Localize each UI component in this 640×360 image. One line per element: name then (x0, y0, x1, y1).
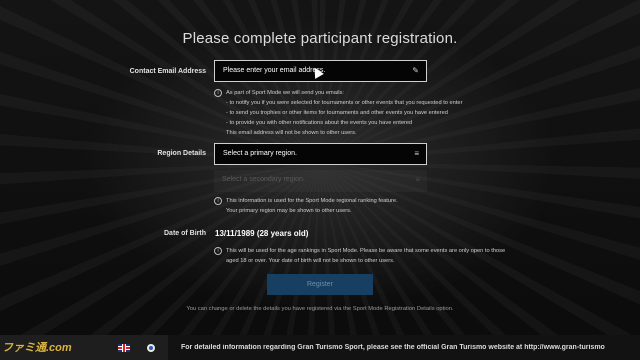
news-ticker: For detailed information regarding Gran … (181, 344, 605, 351)
primary-region-value: Select a primary region. (223, 150, 297, 157)
bmw-emblem-icon (147, 344, 155, 352)
uk-flag-icon (118, 344, 130, 352)
bottom-bar-left: ファミ通.com (0, 335, 168, 360)
register-button[interactable]: Register (267, 274, 373, 295)
list-icon: ≡ (414, 149, 419, 158)
info-icon: i (214, 89, 222, 97)
info-line: - to provide you with other notification… (226, 120, 413, 126)
info-line: - to notify you if you were selected for… (226, 100, 463, 106)
contact-email-label: Contact Email Address (129, 68, 206, 75)
info-icon: i (214, 247, 222, 255)
footnote: You can change or delete the details you… (186, 306, 454, 312)
secondary-region-select: Select a secondary region. ≡ (214, 170, 427, 192)
info-line: aged 18 or over. Your date of birth will… (226, 258, 395, 264)
page-title: Please complete participant registration… (182, 30, 458, 47)
date-of-birth-value: 13/11/1989 (28 years old) (215, 229, 309, 238)
info-line: This email address will not be shown to … (226, 130, 357, 136)
info-line: This information is used for the Sport M… (226, 198, 398, 204)
pencil-icon: ✎ (412, 66, 419, 75)
primary-region-select[interactable]: Select a primary region. ≡ (214, 143, 427, 165)
info-line: Your primary region may be shown to othe… (226, 208, 352, 214)
info-line: As part of Sport Mode we will send you e… (226, 90, 344, 96)
info-icon: i (214, 197, 222, 205)
famitsu-logo: ファミ通.com (2, 342, 72, 354)
info-line: This will be used for the age rankings i… (226, 248, 506, 254)
dob-info: i This will be used for the age rankings… (214, 246, 536, 266)
email-info: i As part of Sport Mode we will send you… (214, 88, 526, 138)
date-of-birth-label: Date of Birth (164, 230, 206, 237)
region-details-label: Region Details (157, 150, 206, 157)
info-line: - to send you trophies or other items fo… (226, 110, 448, 116)
region-info: i This information is used for the Sport… (214, 196, 526, 216)
secondary-region-value: Select a secondary region. (222, 176, 305, 183)
bottom-bar: ファミ通.com For detailed information regard… (0, 335, 640, 360)
list-icon: ≡ (415, 175, 420, 184)
